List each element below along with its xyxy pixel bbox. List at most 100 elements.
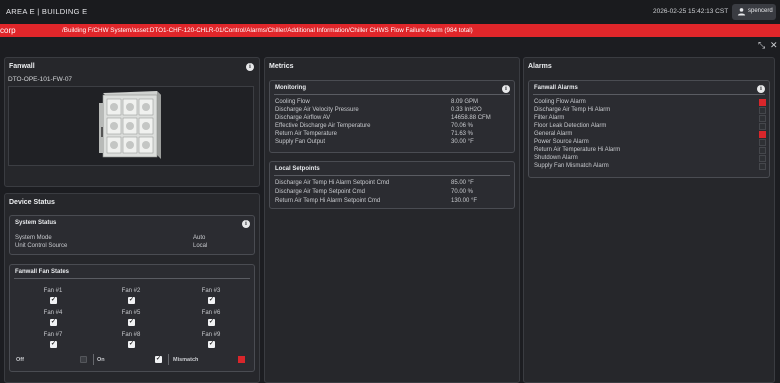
alarm-label: Power Source Alarm <box>534 139 589 145</box>
fan-7-checkbox[interactable]: ✓ <box>50 341 57 348</box>
top-bar: AREA E | BUILDING E 2026-02-25 15:42:13 … <box>0 0 780 25</box>
fan-1-checkbox[interactable]: ✓ <box>50 297 57 304</box>
window-controls: ⤡ ✕ <box>758 40 780 52</box>
control-source-label: Unit Control Source <box>15 243 68 249</box>
datetime: 2026-02-25 15:42:13 CST <box>653 8 729 15</box>
info-icon[interactable]: i <box>757 85 765 93</box>
alarm-indicator <box>759 139 766 146</box>
fan-5-label: Fan #5 <box>121 310 141 316</box>
divider <box>274 175 510 176</box>
info-icon[interactable]: i <box>246 63 254 71</box>
pin-icon[interactable]: ⤡ <box>758 40 765 51</box>
metrics-title: Metrics <box>269 63 294 70</box>
metric-label: Discharge Airflow AV <box>275 115 331 121</box>
fan-9-label: Fan #9 <box>201 332 221 338</box>
fanwall-alarms-card: Fanwall Alarms i Cooling Flow Alarm Disc… <box>528 80 770 178</box>
fan-5-checkbox[interactable]: ✓ <box>128 319 135 326</box>
metric-label: Effective Discharge Air Temperature <box>275 123 371 129</box>
setpoint-value: 130.00 °F <box>451 198 478 204</box>
metric-value: 70.06 % <box>451 123 474 129</box>
metric-label: Return Air Temperature <box>275 131 337 137</box>
alarm-indicator <box>759 147 766 154</box>
info-icon[interactable]: i <box>242 220 250 228</box>
monitoring-card: Monitoring i Cooling Flow 8.09 GPM Disch… <box>269 80 515 153</box>
fan-7-label: Fan #7 <box>43 332 63 338</box>
fan-3-checkbox[interactable]: ✓ <box>208 297 215 304</box>
monitoring-title: Monitoring <box>275 85 306 91</box>
fan-8-label: Fan #8 <box>121 332 141 338</box>
alarm-label: Filter Alarm <box>534 115 565 121</box>
fan-8-checkbox[interactable]: ✓ <box>128 341 135 348</box>
setpoint-label: Return Air Temp Hi Alarm Setpoint Cmd <box>275 198 381 204</box>
fanwall-alarms-title: Fanwall Alarms <box>534 85 578 91</box>
info-icon[interactable]: i <box>502 85 510 93</box>
alarm-indicator <box>759 123 766 130</box>
setpoint-label: Discharge Air Temp Hi Alarm Setpoint Cmd <box>275 180 390 186</box>
alarm-indicator <box>759 163 766 170</box>
fanwall-title: Fanwall <box>9 63 35 70</box>
local-setpoints-title: Local Setpoints <box>275 166 320 172</box>
alarm-label: Floor Leak Detection Alarm <box>534 123 607 129</box>
legend-off-swatch <box>80 356 87 363</box>
fan-2-checkbox[interactable]: ✓ <box>128 297 135 304</box>
metric-label: Supply Fan Output <box>275 139 326 145</box>
metric-label: Discharge Air Velocity Pressure <box>275 107 359 113</box>
system-status-title: System Status <box>15 220 57 226</box>
alarm-banner[interactable]: corp /Building F/CHW System/asset:DTO1-C… <box>0 24 780 37</box>
alarm-label: Discharge Air Temp Hi Alarm <box>534 107 611 113</box>
alarm-label: General Alarm <box>534 131 573 137</box>
metric-value: 14658.88 CFM <box>451 115 491 121</box>
setpoint-value: 85.00 °F <box>451 180 474 186</box>
local-setpoints-card: Local Setpoints Discharge Air Temp Hi Al… <box>269 161 515 209</box>
legend-divider <box>168 354 169 365</box>
fan-6-label: Fan #6 <box>201 310 221 316</box>
metric-value: 71.63 % <box>451 131 474 137</box>
setpoint-value: 70.00 % <box>451 189 474 195</box>
location-title: AREA E | BUILDING E <box>6 7 88 16</box>
alarm-banner-path[interactable]: /Building F/CHW System/asset:DTO1-CHF-12… <box>62 27 473 34</box>
fan-9-checkbox[interactable]: ✓ <box>208 341 215 348</box>
fan-1-label: Fan #1 <box>43 288 63 294</box>
metric-label: Cooling Flow <box>275 99 310 105</box>
alarm-label: Supply Fan Mismatch Alarm <box>534 163 609 169</box>
system-mode-label: System Mode <box>15 235 52 241</box>
fan-6-checkbox[interactable]: ✓ <box>208 319 215 326</box>
setpoint-label: Discharge Air Temp Setpoint Cmd <box>275 189 365 195</box>
fan-states-title: Fanwall Fan States <box>15 269 70 275</box>
metrics-panel: Metrics Monitoring i Cooling Flow 8.09 G… <box>264 57 520 383</box>
close-icon[interactable]: ✕ <box>770 40 778 51</box>
user-menu-button[interactable]: spencerd <box>732 4 776 20</box>
system-mode-value: Auto <box>193 235 206 241</box>
legend-mismatch-swatch <box>238 356 245 363</box>
metric-value: 8.09 GPM <box>451 99 479 105</box>
alarm-label: Shutdown Alarm <box>534 155 578 161</box>
legend-divider <box>93 354 94 365</box>
divider <box>533 94 765 95</box>
alarm-indicator <box>759 155 766 162</box>
legend-on-swatch: ✓ <box>155 356 162 363</box>
fanwall-unit-illustration <box>99 91 161 159</box>
system-status-card: System Status i System Mode Auto Unit Co… <box>9 215 255 255</box>
fan-4-checkbox[interactable]: ✓ <box>50 319 57 326</box>
fan-4-label: Fan #4 <box>43 310 63 316</box>
fan-states-card: Fanwall Fan States Fan #1 Fan #2 Fan #3 … <box>9 264 255 372</box>
alarm-indicator <box>759 107 766 114</box>
alarm-banner-prefix: corp <box>0 26 16 35</box>
control-source-value: Local <box>193 243 208 249</box>
divider <box>274 94 510 95</box>
legend-mismatch-label: Mismatch <box>173 357 199 363</box>
alarm-label: Cooling Flow Alarm <box>534 99 586 105</box>
legend-on-label: On <box>97 357 105 363</box>
alarm-indicator <box>759 99 766 106</box>
metric-value: 30.00 °F <box>451 139 474 145</box>
divider <box>14 278 250 279</box>
fan-2-label: Fan #2 <box>121 288 141 294</box>
fan-3-label: Fan #3 <box>201 288 221 294</box>
metric-value: 0.33 InH2O <box>451 107 482 113</box>
legend-off-label: Off <box>16 357 24 363</box>
device-status-panel: Device Status System Status i System Mod… <box>4 193 260 383</box>
fanwall-image <box>8 86 254 166</box>
alarms-panel: Alarms Fanwall Alarms i Cooling Flow Ala… <box>523 57 775 383</box>
user-name: spencerd <box>748 8 773 14</box>
alarms-title: Alarms <box>528 63 552 70</box>
